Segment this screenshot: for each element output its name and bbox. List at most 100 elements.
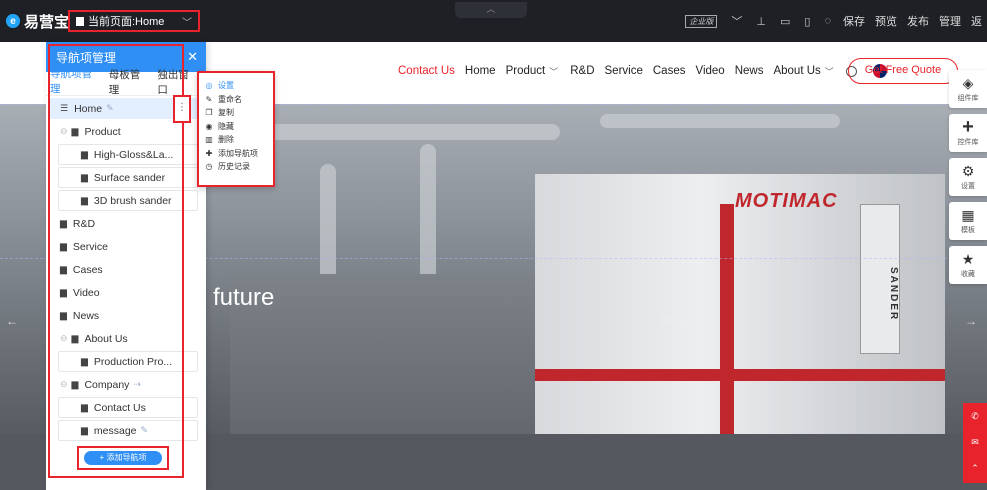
page-selector[interactable]: 当前页面:Home ﹀ xyxy=(68,10,200,32)
expand-icon[interactable]: ⊖ xyxy=(60,126,68,137)
support-icon[interactable]: ◌ xyxy=(824,15,831,27)
page-icon: ▆ xyxy=(71,379,79,389)
menu-item-copy[interactable]: ❐ 复制 xyxy=(199,106,273,120)
editor-toolbar: e 易营宝 当前页面:Home ﹀ ︿ 企业版 ﹀ ⊥ ▭ ▯ ◌ 保存 预览 … xyxy=(0,0,987,42)
more-options-icon[interactable]: ⋮ xyxy=(173,95,191,123)
preview-button[interactable]: 预览 xyxy=(875,13,897,29)
rail-favorites[interactable]: ★ 收藏 xyxy=(949,246,987,284)
page-icon: ▆ xyxy=(60,218,67,228)
close-icon[interactable]: ✕ xyxy=(187,49,198,65)
menu-item-hide[interactable]: ◉ 隐藏 xyxy=(199,120,273,134)
toolbar-tools: 企业版 ﹀ ⊥ ▭ ▯ ◌ 保存 预览 发布 管理 返 xyxy=(678,0,987,42)
nav-rd[interactable]: R&D xyxy=(570,65,594,77)
tree-item-message[interactable]: ▆ message ✎ xyxy=(58,420,198,441)
nav-item-context-menu: ◎ 设置 ✎ 重命名 ❐ 复制 ◉ 隐藏 ▥ 删除 ✚ 添加导航项 ◷ 历史记录 xyxy=(197,71,275,187)
panel-tabs: 导航项管理 母板管理 独出窗口 xyxy=(46,68,206,101)
tree-item-company[interactable]: ⊖ ▆ Company ⇢ xyxy=(50,374,198,395)
tab-master[interactable]: 母板管理 xyxy=(109,67,150,100)
decor-pipe xyxy=(260,124,560,140)
tree-item-rd[interactable]: ▆ R&D xyxy=(50,213,198,234)
save-button[interactable]: 保存 xyxy=(843,13,865,29)
machine-panel-label: SANDER xyxy=(860,204,900,354)
nav-contact-us[interactable]: Contact Us xyxy=(398,65,455,77)
menu-item-add-nav[interactable]: ✚ 添加导航项 xyxy=(199,147,273,161)
chevron-down-icon: ﹀ xyxy=(182,17,192,29)
rail-settings[interactable]: ⚙ 设置 xyxy=(949,158,987,196)
tree-item-service[interactable]: ▆ Service xyxy=(50,236,198,257)
drag-handle-icon[interactable]: ☰ xyxy=(60,103,68,114)
tree-item-contact-us[interactable]: ▆ Contact Us xyxy=(58,397,198,418)
page-icon: ▆ xyxy=(81,195,88,205)
rename-icon: ✎ xyxy=(205,94,213,104)
machine-brand-logo: MOTIMAC xyxy=(735,190,838,212)
menu-item-history[interactable]: ◷ 历史记录 xyxy=(199,160,273,174)
nav-home[interactable]: Home xyxy=(465,65,496,77)
get-quote-button[interactable]: Get Free Quote xyxy=(848,58,958,84)
tree-item-news[interactable]: ▆ News xyxy=(50,305,198,326)
publish-button[interactable]: 发布 xyxy=(907,13,929,29)
back-button[interactable]: 返 xyxy=(971,13,982,29)
nav-product[interactable]: Product xyxy=(506,65,546,77)
add-nav-item-highlight: + 添加导航项 xyxy=(77,446,169,470)
tree-item-about-us[interactable]: ⊖ ▆ About Us xyxy=(50,328,198,349)
prev-slide-icon[interactable]: ← xyxy=(6,314,18,328)
page-selector-label: 当前页面:Home xyxy=(88,16,165,28)
tree-item-video[interactable]: ▆ Video xyxy=(50,282,198,303)
nav-video[interactable]: Video xyxy=(695,65,724,77)
plus-icon: + xyxy=(962,116,974,138)
tree-item-high-gloss[interactable]: ▆ High-Gloss&La... xyxy=(58,144,198,165)
cube-icon: ◈ xyxy=(962,75,974,91)
tree-item-product[interactable]: ⊖ ▆ Product xyxy=(50,121,198,142)
plus-icon: ✚ xyxy=(205,148,213,158)
mail-icon[interactable]: ✉ xyxy=(963,429,987,455)
settings-icon: ⚙ xyxy=(961,163,975,179)
expand-icon[interactable]: ⊖ xyxy=(60,333,68,344)
gear-icon: ◎ xyxy=(205,81,213,91)
tree-item-production-pro[interactable]: ▆ Production Pro... xyxy=(58,351,198,372)
add-nav-item-button[interactable]: + 添加导航项 xyxy=(84,451,162,465)
site-nav: Contact Us Home Product ﹀ R&D Service Ca… xyxy=(398,64,903,78)
hero-text: future xyxy=(213,284,275,311)
site-header[interactable]: Contact Us Home Product ﹀ R&D Service Ca… xyxy=(200,42,958,104)
desktop-icon[interactable]: ▭ xyxy=(780,15,790,28)
page-icon: ▆ xyxy=(81,356,88,366)
tab-nav-items[interactable]: 导航项管理 xyxy=(50,66,101,101)
page-icon: ▆ xyxy=(60,310,67,320)
expand-icon[interactable]: ⊖ xyxy=(60,379,68,390)
page-icon: ▆ xyxy=(71,333,79,343)
tree-item-3d-brush-sander[interactable]: ▆ 3D brush sander xyxy=(58,190,198,211)
nav-cases[interactable]: Cases xyxy=(653,65,686,77)
menu-item-settings[interactable]: ◎ 设置 xyxy=(199,79,273,93)
phone-icon[interactable]: ✆ xyxy=(963,403,987,429)
menu-item-rename[interactable]: ✎ 重命名 xyxy=(199,93,273,107)
decor-pipe xyxy=(600,114,840,128)
nav-about-us[interactable]: About Us xyxy=(773,65,820,77)
page-icon: ▆ xyxy=(81,149,88,159)
page-icon: ▆ xyxy=(60,287,67,297)
page-icon: ▆ xyxy=(60,241,67,251)
trash-icon: ▥ xyxy=(205,135,213,145)
rail-widget-library[interactable]: + 控件库 xyxy=(949,114,987,152)
dropdown-icon[interactable]: ﹀ xyxy=(731,13,742,29)
machine-accent xyxy=(535,369,945,381)
tree-item-surface-sander[interactable]: ▆ Surface sander xyxy=(58,167,198,188)
rail-templates[interactable]: ▦ 模板 xyxy=(949,202,987,240)
page-icon: ▆ xyxy=(81,402,88,412)
back-to-top-icon[interactable]: ⌃ xyxy=(963,455,987,481)
collapse-toolbar-tab[interactable]: ︿ xyxy=(455,2,527,18)
drop-hint: 可拖入 xyxy=(660,317,684,326)
manage-button[interactable]: 管理 xyxy=(939,13,961,29)
rail-component-library[interactable]: ◈ 组件库 xyxy=(949,70,987,108)
next-slide-icon[interactable]: → xyxy=(965,314,977,328)
align-icon[interactable]: ⊥ xyxy=(756,15,766,28)
nav-service[interactable]: Service xyxy=(605,65,643,77)
nav-tree: ☰ Home ✎ ⊖ ▆ Product ▆ High-Gloss&La... … xyxy=(50,98,198,443)
menu-item-delete[interactable]: ▥ 删除 xyxy=(199,133,273,147)
nav-news[interactable]: News xyxy=(735,65,764,77)
copy-icon: ❐ xyxy=(205,108,213,118)
mobile-icon[interactable]: ▯ xyxy=(804,15,810,28)
star-icon: ★ xyxy=(961,251,975,267)
tree-item-cases[interactable]: ▆ Cases xyxy=(50,259,198,280)
page-icon: ▆ xyxy=(81,425,88,435)
floating-contact-bar: ✆ ✉ ⌃ xyxy=(963,403,987,483)
